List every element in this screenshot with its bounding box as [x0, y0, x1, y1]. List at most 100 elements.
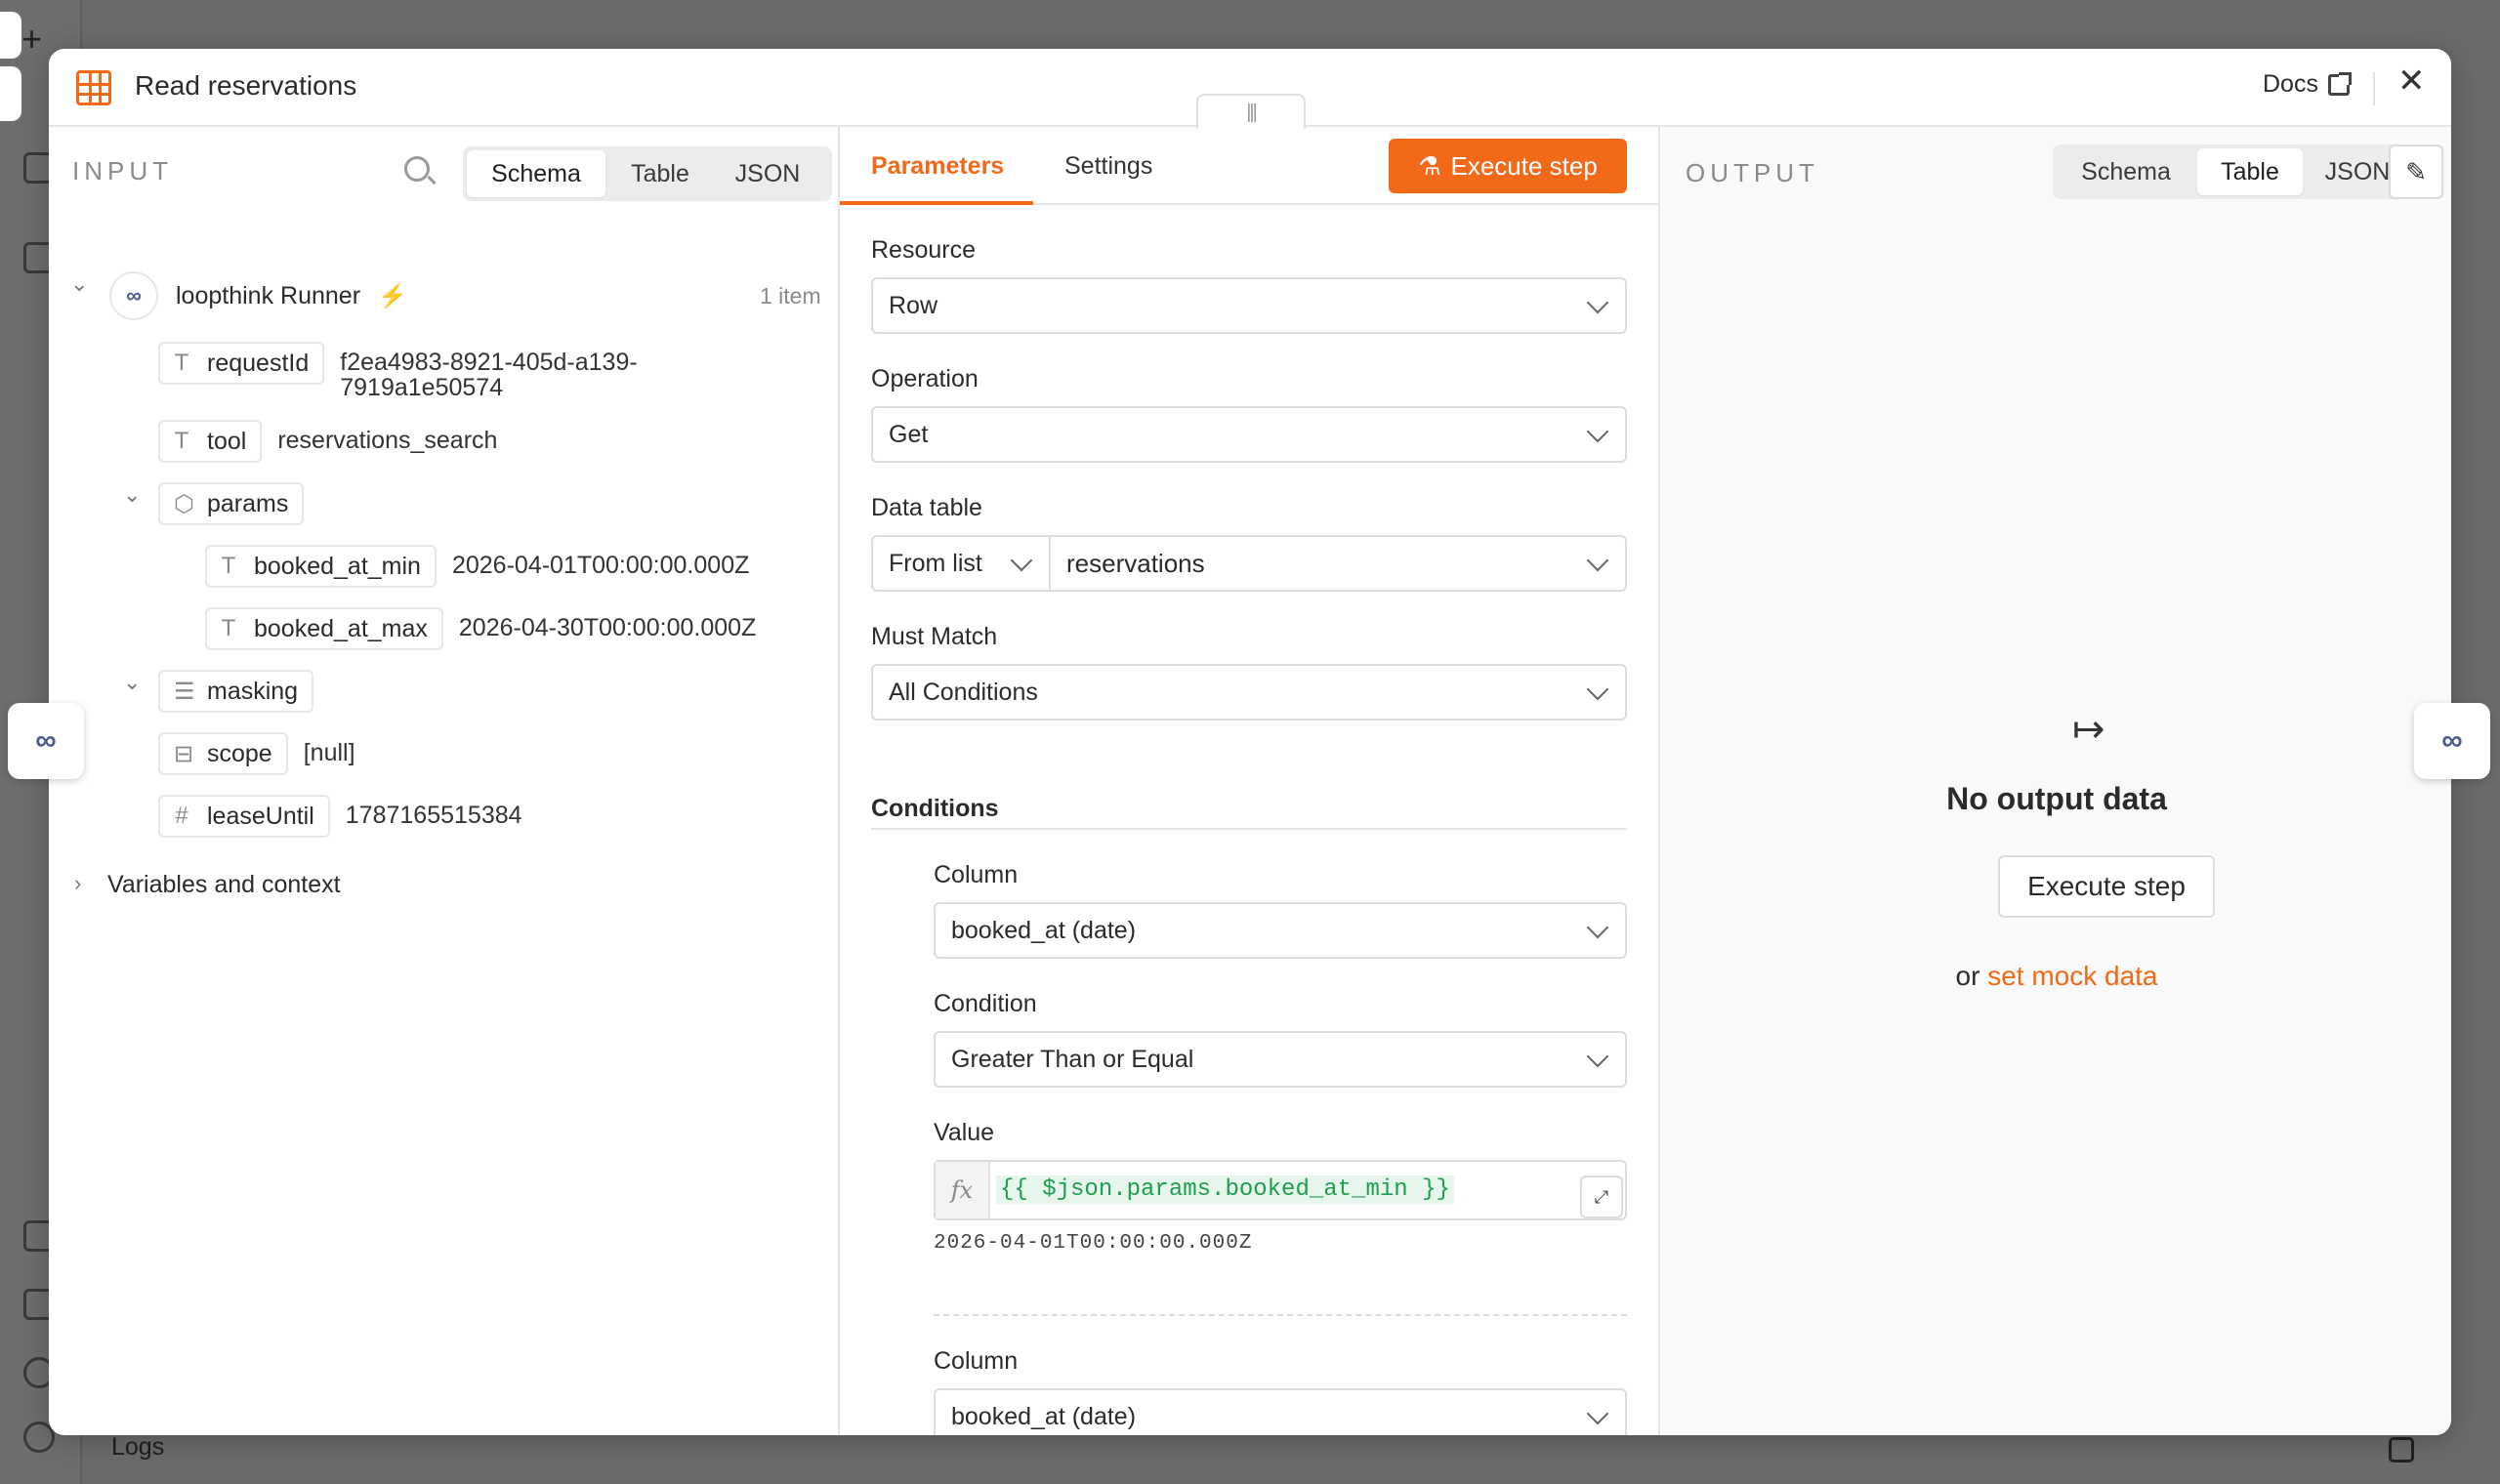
- canvas-search-button[interactable]: [0, 66, 21, 121]
- field-booked-at-min[interactable]: Tbooked_at_min 2026-04-01T00:00:00.000Z: [205, 545, 749, 588]
- tab-settings[interactable]: Settings: [1064, 152, 1152, 181]
- value-expression-input[interactable]: fx {{ $json.params.booked_at_min }} ⤢: [934, 1160, 1627, 1220]
- modal-title[interactable]: Read reservations: [135, 70, 356, 102]
- chevron-right-icon[interactable]: ›: [74, 871, 81, 896]
- field-value: 2026-04-01T00:00:00.000Z: [451, 552, 750, 579]
- chevron-down-icon[interactable]: ⌄: [70, 271, 88, 297]
- set-mock-data-link[interactable]: set mock data: [1987, 961, 2157, 991]
- variables-context-toggle[interactable]: Variables and context: [107, 871, 341, 899]
- edit-output-icon[interactable]: ✎: [2389, 144, 2443, 199]
- output-title: OUTPUT: [1686, 158, 1819, 187]
- flask-icon: ⚗: [1418, 150, 1441, 181]
- mock-prefix: or: [1955, 961, 1980, 991]
- field-value: reservations_search: [277, 427, 498, 454]
- execute-step-button[interactable]: ⚗ Execute step: [1389, 139, 1627, 193]
- parameters-panel: Parameters Settings ⚗ Execute step Resou…: [840, 127, 1660, 1435]
- resource-select[interactable]: Row: [871, 277, 1627, 334]
- value-label: Value: [934, 1119, 995, 1146]
- fx-icon: fx: [936, 1162, 990, 1218]
- item-count: 1 item: [760, 283, 821, 309]
- condition-select[interactable]: Greater Than or Equal: [934, 1031, 1627, 1088]
- chevron-down-icon: [1586, 420, 1609, 443]
- operation-label: Operation: [871, 365, 979, 392]
- mock-data-hint: or set mock data: [1662, 961, 2451, 992]
- chevron-down-icon: [1586, 678, 1609, 701]
- field-key: params: [207, 489, 289, 517]
- previous-node-button[interactable]: ∞: [8, 703, 84, 779]
- conditions-divider: [871, 828, 1627, 830]
- operation-select[interactable]: Get: [871, 406, 1627, 463]
- condition-value: Greater Than or Equal: [951, 1045, 1194, 1073]
- column-label: Column: [934, 861, 1019, 888]
- expression-text[interactable]: {{ $json.params.booked_at_min }}: [996, 1175, 1454, 1204]
- text-type-icon: T: [221, 615, 236, 641]
- plus-icon[interactable]: +: [21, 21, 42, 57]
- data-table-mode: From list: [889, 549, 982, 577]
- resource-label: Resource: [871, 236, 976, 264]
- close-icon[interactable]: ✕: [2397, 64, 2426, 98]
- chevron-down-icon: [1010, 549, 1033, 572]
- chevron-down-icon: [1586, 549, 1609, 572]
- text-type-icon: T: [174, 428, 189, 454]
- data-table-select[interactable]: reservations: [1049, 535, 1627, 592]
- output-view-table[interactable]: Table: [2197, 148, 2303, 195]
- list-type-icon: ☰: [174, 678, 195, 705]
- chevron-down-icon: [1586, 916, 1609, 939]
- field-requestId[interactable]: TrequestId f2ea4983-8921-405d-a139- 7919a…: [158, 342, 638, 400]
- field-params[interactable]: ⬡ params: [158, 482, 319, 525]
- arrow-right-icon: ↦: [2072, 708, 2105, 751]
- node-name: loopthink Runner: [176, 281, 361, 309]
- field-value: f2ea4983-8921-405d-a139-: [340, 349, 638, 376]
- expression-result: 2026-04-01T00:00:00.000Z: [934, 1232, 1253, 1255]
- input-title: INPUT: [72, 156, 173, 186]
- header-divider: [2373, 72, 2375, 105]
- column-select[interactable]: booked_at (date): [934, 1388, 1627, 1435]
- infinity-icon: ∞: [109, 271, 158, 320]
- chevron-down-icon[interactable]: ⌄: [123, 670, 141, 695]
- field-value: [null]: [303, 739, 355, 766]
- canvas-add-button[interactable]: [0, 12, 21, 59]
- field-leaseUntil[interactable]: # leaseUntil 1787165515384: [158, 795, 522, 838]
- field-chip: TrequestId: [158, 342, 325, 385]
- expand-icon[interactable]: ⤢: [1580, 1175, 1623, 1218]
- input-view-json[interactable]: JSON: [715, 150, 820, 197]
- field-booked-at-max[interactable]: Tbooked_at_max 2026-04-30T00:00:00.000Z: [205, 607, 756, 650]
- column-value: booked_at (date): [951, 1402, 1137, 1430]
- tab-parameters[interactable]: Parameters: [871, 152, 1004, 181]
- column-select[interactable]: booked_at (date): [934, 902, 1627, 959]
- input-view-schema[interactable]: Schema: [467, 150, 605, 197]
- input-panel: INPUT Schema Table JSON ⌄ ∞ loopthink Ru…: [49, 127, 840, 1435]
- node-row[interactable]: ∞ loopthink Runner ⚡: [109, 271, 407, 320]
- field-scope[interactable]: ⊟ scope [null]: [158, 732, 355, 775]
- field-masking[interactable]: ☰ masking: [158, 670, 329, 713]
- data-table-value: reservations: [1066, 548, 1205, 578]
- field-key: masking: [207, 677, 299, 705]
- field-key: scope: [207, 739, 272, 767]
- input-view-table[interactable]: Table: [607, 150, 713, 197]
- execute-step-label: Execute step: [1450, 150, 1598, 181]
- conditions-label: Conditions: [871, 795, 999, 822]
- must-match-select[interactable]: All Conditions: [871, 664, 1627, 721]
- field-tool[interactable]: Ttool reservations_search: [158, 420, 497, 463]
- field-key: requestId: [207, 349, 310, 377]
- logs-label[interactable]: Logs: [111, 1433, 164, 1462]
- text-type-icon: T: [221, 553, 236, 579]
- docs-link[interactable]: Docs: [2263, 70, 2352, 99]
- next-node-button[interactable]: ∞: [2414, 703, 2490, 779]
- infinity-icon: ∞: [35, 724, 57, 757]
- output-execute-step-button[interactable]: Execute step: [1998, 855, 2215, 918]
- number-type-icon: #: [175, 803, 188, 829]
- data-table-label: Data table: [871, 494, 982, 521]
- search-icon[interactable]: [404, 156, 430, 182]
- output-view-schema[interactable]: Schema: [2057, 148, 2195, 195]
- panel-drag-handle[interactable]: |||: [1196, 94, 1306, 129]
- table-icon: [76, 70, 111, 105]
- condition-separator: [934, 1314, 1627, 1316]
- data-table-mode-select[interactable]: From list: [871, 535, 1051, 592]
- field-key: leaseUntil: [207, 802, 314, 830]
- external-link-icon: [2327, 71, 2352, 96]
- condition-label: Condition: [934, 990, 1037, 1017]
- chevron-down-icon[interactable]: ⌄: [123, 482, 141, 508]
- chevron-down-icon: [1586, 1402, 1609, 1425]
- open-logs-icon[interactable]: [2389, 1437, 2414, 1463]
